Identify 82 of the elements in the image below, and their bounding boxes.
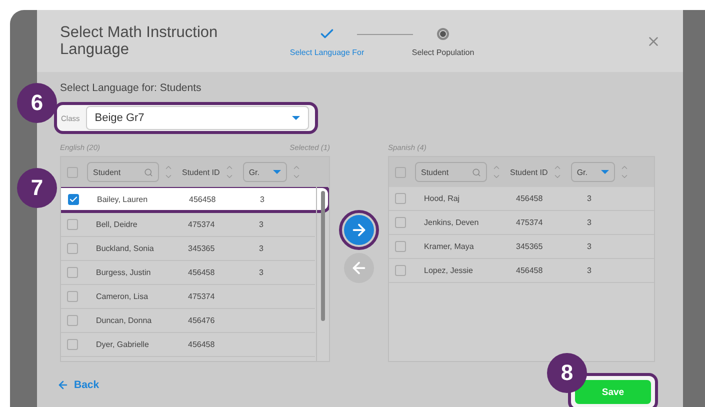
student-row[interactable]: Burgess, Justin 456458 3 (61, 261, 315, 285)
student-id: 475374 (516, 218, 544, 227)
grade: 3 (587, 218, 592, 227)
row-checkbox[interactable] (67, 339, 78, 350)
scrollbar[interactable] (316, 187, 328, 361)
select-all-checkbox[interactable] (395, 166, 406, 178)
student-id: 345365 (516, 242, 544, 251)
caret-icon (272, 170, 281, 174)
step-label: Select Population (412, 48, 474, 57)
grade: 3 (587, 194, 592, 203)
student-id: 456458 (516, 266, 544, 275)
grade: 3 (259, 244, 264, 253)
grade: 3 (259, 268, 264, 277)
student-filter-field[interactable]: Student (415, 162, 487, 182)
student-row[interactable]: Dyer, Gabrielle 456458 (61, 333, 315, 357)
row-checkbox[interactable] (67, 315, 78, 326)
student-id: 345365 (188, 244, 216, 253)
student-row[interactable]: Buckland, Sonia 345365 3 (61, 237, 315, 261)
student-name: Duncan, Donna (96, 316, 153, 325)
row-checkbox[interactable] (395, 193, 406, 204)
grade: 3 (260, 194, 266, 204)
student-id: 456458 (189, 194, 217, 204)
student-row[interactable]: Cameron, Lisa 475374 (61, 285, 315, 309)
column-header: Student ID (510, 168, 548, 176)
sort-icon[interactable] (224, 163, 234, 181)
student-name: Buckland, Sonia (96, 244, 155, 253)
row-checkbox[interactable] (67, 243, 78, 254)
grade: 3 (587, 266, 592, 275)
grade-dropdown[interactable]: Gr. (242, 162, 287, 182)
student-name: Hood, Raj (424, 194, 461, 203)
search-icon (144, 168, 153, 176)
student-id: 475374 (188, 292, 216, 301)
row-checkbox[interactable] (395, 265, 406, 276)
arrow-right-icon (350, 221, 368, 239)
student-row[interactable]: Jenkins, Deven 475374 3 (389, 211, 654, 235)
class-dropdown[interactable]: Beige Gr7 (86, 106, 309, 130)
student-name: Cameron, Lisa (96, 292, 150, 301)
student-id: 456476 (188, 316, 216, 325)
step-number-badge: 6 (17, 83, 57, 123)
arrow-left-icon (57, 379, 69, 391)
row-checkbox[interactable] (68, 194, 79, 204)
caret-icon (292, 116, 300, 120)
row-checkbox[interactable] (395, 241, 406, 252)
student-filter-field[interactable]: Student (87, 162, 159, 182)
student-row[interactable]: Lopez, Jessie 456458 3 (389, 259, 654, 283)
sort-icon[interactable] (292, 163, 301, 181)
caret-icon (600, 170, 609, 174)
select-all-checkbox[interactable] (67, 166, 78, 178)
sort-icon[interactable] (164, 163, 173, 181)
row-checkbox[interactable] (67, 291, 78, 302)
row-checkbox[interactable] (67, 219, 78, 230)
student-id: 456458 (188, 340, 216, 349)
student-name: Dyer, Gabrielle (96, 340, 150, 349)
grade: 3 (259, 220, 264, 229)
prompt-text: Select Language for: Students (60, 82, 202, 94)
student-row[interactable]: Bailey, Lauren 456458 3 (61, 187, 329, 213)
grade-dropdown[interactable]: Gr. (570, 162, 615, 182)
student-name: Jenkins, Deven (424, 218, 480, 227)
row-checkbox[interactable] (395, 217, 406, 228)
move-right-button[interactable] (344, 215, 374, 245)
student-id: 456458 (516, 194, 544, 203)
student-name: Burgess, Justin (96, 268, 152, 277)
sort-icon[interactable] (552, 163, 562, 181)
student-row[interactable]: Bell, Deidre 475374 3 (61, 213, 315, 237)
student-name: Bailey, Lauren (97, 194, 149, 204)
sort-icon[interactable] (620, 163, 629, 181)
grade: 3 (587, 242, 592, 251)
dialog-title: Select Math Instruction Language (60, 24, 219, 58)
search-icon (472, 168, 481, 176)
sort-icon[interactable] (492, 163, 501, 181)
column-header: Student ID (182, 168, 220, 176)
student-row[interactable]: Kramer, Maya 345365 3 (389, 235, 654, 259)
step-number-badge: 7 (17, 168, 57, 208)
student-row[interactable]: Duncan, Donna 456476 (61, 309, 315, 333)
student-row[interactable]: Hood, Raj 456458 3 (389, 187, 654, 211)
student-name: Lopez, Jessie (424, 266, 474, 275)
student-name: Kramer, Maya (424, 242, 475, 251)
student-name: Bell, Deidre (96, 220, 138, 229)
student-id: 456458 (188, 268, 216, 277)
student-id: 475374 (188, 220, 216, 229)
row-checkbox[interactable] (67, 267, 78, 278)
step-label: Select Language For (290, 48, 364, 57)
